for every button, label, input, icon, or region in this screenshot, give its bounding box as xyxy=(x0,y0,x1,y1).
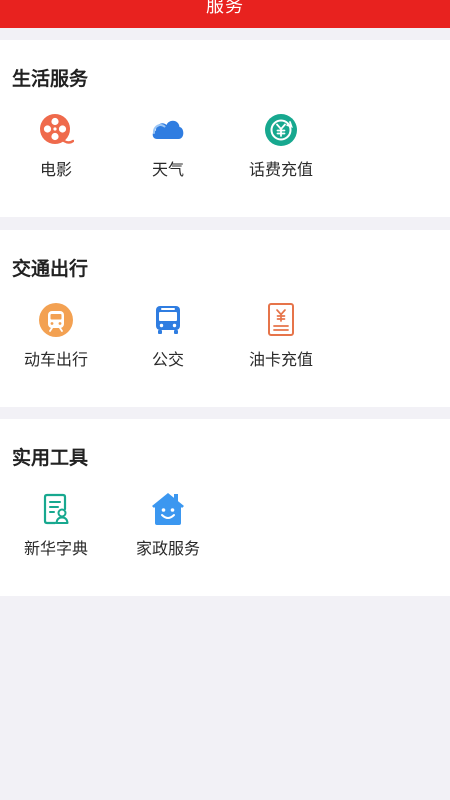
service-label: 话费充值 xyxy=(248,160,313,179)
train-icon xyxy=(39,303,73,337)
page-title: 服务 xyxy=(206,0,244,17)
section-title: 实用工具 xyxy=(12,447,89,469)
film-reel-icon xyxy=(40,114,74,144)
service-item-xinhua-dictionary[interactable]: 新华字典 xyxy=(1,491,111,571)
service-label: 油卡充值 xyxy=(248,350,313,369)
dictionary-icon xyxy=(43,493,69,525)
service-item-bullet-train[interactable]: 动车出行 xyxy=(1,302,111,382)
service-item-phone-recharge[interactable]: 话费充值 xyxy=(226,112,336,192)
app-header: 服务 xyxy=(0,0,450,28)
service-label: 新华字典 xyxy=(23,539,88,558)
section-life-services: 生活服务 电影 天气 话费充值 xyxy=(0,40,450,217)
service-item-housekeeping[interactable]: 家政服务 xyxy=(113,491,223,571)
cloud-icon xyxy=(152,120,184,139)
section-utility-tools: 实用工具 新华字典 家政服务 xyxy=(0,419,450,596)
house-smile-icon xyxy=(152,493,184,525)
yuan-card-icon xyxy=(268,303,294,336)
section-transportation: 交通出行 动车出行 公交 油卡充值 xyxy=(0,230,450,407)
service-label: 电影 xyxy=(39,160,72,179)
service-label: 天气 xyxy=(151,160,184,179)
section-title: 生活服务 xyxy=(12,68,89,90)
service-label: 动车出行 xyxy=(23,350,88,369)
section-title: 交通出行 xyxy=(12,258,89,280)
service-item-movie[interactable]: 电影 xyxy=(1,112,111,192)
service-item-bus[interactable]: 公交 xyxy=(113,302,223,382)
bus-icon xyxy=(156,306,180,334)
service-label: 公交 xyxy=(151,350,184,369)
service-item-weather[interactable]: 天气 xyxy=(113,112,223,192)
service-item-fuel-card-recharge[interactable]: 油卡充值 xyxy=(226,302,336,382)
service-label: 家政服务 xyxy=(135,539,200,558)
yuan-recharge-icon xyxy=(265,114,297,146)
